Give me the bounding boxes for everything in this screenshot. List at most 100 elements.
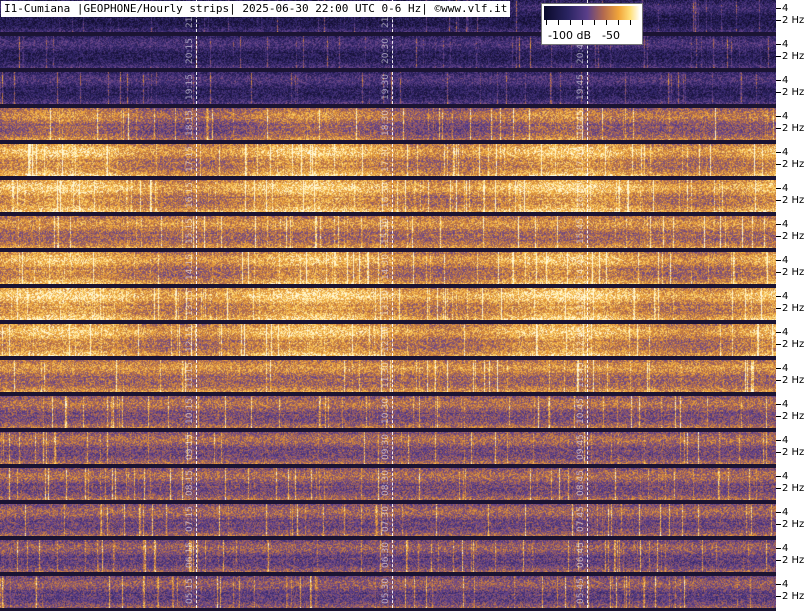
time-marker-label: 12:45: [576, 326, 586, 352]
frequency-tick-2hz: 2 Hz: [776, 51, 812, 62]
time-marker-label: 05:15: [185, 578, 195, 604]
time-marker-line: [587, 180, 588, 212]
time-marker-label: 10:30: [381, 398, 391, 424]
time-marker-label: 09:30: [381, 434, 391, 460]
frequency-tick-2hz: 2 Hz: [776, 87, 812, 98]
time-marker-line: [196, 144, 197, 176]
spectrogram-strip: 19:15 19:30 19:45: [0, 72, 776, 104]
spectrogram-strip: 10:15 10:30 10:45: [0, 396, 776, 428]
time-marker-line: [587, 540, 588, 572]
time-marker-line: [587, 324, 588, 356]
time-marker-label: 15:45: [576, 218, 586, 244]
time-marker-label: 06:30: [381, 542, 391, 568]
time-marker-line: [587, 576, 588, 608]
time-marker-label: 14:30: [381, 254, 391, 280]
time-marker-line: [392, 72, 393, 104]
frequency-tick-2hz: 2 Hz: [776, 591, 812, 602]
spectrogram-strip: 13:15 13:30 13:45: [0, 288, 776, 320]
time-marker-label: 05:30: [381, 578, 391, 604]
time-marker-label: 18:45: [576, 110, 586, 136]
frequency-tick-2hz: 2 Hz: [776, 519, 812, 530]
frequency-tick-4: 4: [776, 111, 812, 122]
time-marker-line: [196, 36, 197, 68]
spectrogram-strip: 11:15 11:30 11:45: [0, 360, 776, 392]
time-marker-label: 08:45: [576, 470, 586, 496]
time-marker-line: [392, 432, 393, 464]
time-marker-label: 16:30: [381, 182, 391, 208]
time-marker-label: 11:15: [185, 362, 195, 388]
time-marker-line: [392, 216, 393, 248]
frequency-tick-4: 4: [776, 39, 812, 50]
spectrogram-strip: 17:15 17:30 17:45: [0, 144, 776, 176]
frequency-tick-2hz: 2 Hz: [776, 375, 812, 386]
spectrogram-strip: 08:15 08:30 08:45: [0, 468, 776, 500]
time-marker-line: [196, 288, 197, 320]
time-marker-line: [392, 504, 393, 536]
time-marker-line: [196, 432, 197, 464]
time-marker-label: 06:45: [576, 542, 586, 568]
frequency-tick-2hz: 2 Hz: [776, 411, 812, 422]
spectrogram-strip: 16:15 16:30 16:45: [0, 180, 776, 212]
time-marker-line: [587, 108, 588, 140]
time-marker-label: 18:30: [381, 110, 391, 136]
time-marker-line: [392, 576, 393, 608]
frequency-tick-2hz: 2 Hz: [776, 303, 812, 314]
frequency-axis: 42 Hz 4 2 Hz 4 2 Hz 4 2 Hz 4 2 Hz 4 2 Hz 4 2 Hz 4 2 Hz…: [776, 0, 812, 611]
frequency-tick-4: 4: [776, 183, 812, 194]
spectrogram-strip: 15:15 15:30 15:45: [0, 216, 776, 248]
frequency-tick-4: 4: [776, 363, 812, 374]
time-marker-label: 19:15: [185, 74, 195, 100]
time-marker-label: 14:45: [576, 254, 586, 280]
time-marker-line: [196, 252, 197, 284]
time-marker-line: [392, 108, 393, 140]
time-marker-label: 19:30: [381, 74, 391, 100]
time-marker-line: [392, 252, 393, 284]
spectrogram-strip: 18:15 18:30 18:45: [0, 108, 776, 140]
frequency-tick-4: 4: [776, 543, 812, 554]
time-marker-label: 13:15: [185, 290, 195, 316]
time-marker-line: [196, 324, 197, 356]
time-marker-line: [392, 360, 393, 392]
time-marker-line: [392, 288, 393, 320]
time-marker-label: 18:15: [185, 110, 195, 136]
time-marker-label: 11:30: [381, 362, 391, 388]
page-title: I1-Cumiana |GEOPHONE/Hourly strips| 2025…: [1, 1, 511, 17]
color-scale-bar: [544, 6, 640, 20]
time-marker-label: 09:45: [576, 434, 586, 460]
color-scale-label-min: -100 dB: [548, 29, 591, 42]
time-marker-line: [392, 396, 393, 428]
time-marker-label: 16:45: [576, 182, 586, 208]
time-marker-label: 15:30: [381, 218, 391, 244]
frequency-tick-4: 4: [776, 147, 812, 158]
frequency-tick-2hz: 2 Hz: [776, 231, 812, 242]
time-marker-line: [587, 432, 588, 464]
time-marker-line: [587, 72, 588, 104]
spectrogram-strip: 14:15 14:30 14:45: [0, 252, 776, 284]
time-marker-line: [196, 360, 197, 392]
time-marker-label: 07:15: [185, 506, 195, 532]
time-marker-label: 20:15: [185, 38, 195, 64]
time-marker-line: [587, 360, 588, 392]
time-marker-line: [196, 396, 197, 428]
time-marker-line: [196, 468, 197, 500]
frequency-tick-4: 4: [776, 291, 812, 302]
color-scale-label-max: -50: [602, 29, 620, 42]
time-marker-label: 13:30: [381, 290, 391, 316]
frequency-tick-2hz: 2 Hz: [776, 15, 812, 26]
frequency-tick-4: 4: [776, 471, 812, 482]
time-marker-line: [392, 36, 393, 68]
frequency-tick-4: 4: [776, 579, 812, 590]
time-marker-label: 15:15: [185, 218, 195, 244]
time-marker-label: 10:15: [185, 398, 195, 424]
time-marker-line: [392, 144, 393, 176]
time-marker-label: 06:15: [185, 542, 195, 568]
time-marker-line: [587, 252, 588, 284]
time-marker-line: [392, 180, 393, 212]
frequency-tick-4: 4: [776, 399, 812, 410]
time-marker-line: [587, 216, 588, 248]
spectrogram-strip: 09:15 09:30 09:45: [0, 432, 776, 464]
time-marker-label: 20:30: [381, 38, 391, 64]
time-marker-label: 14:15: [185, 254, 195, 280]
spectrogram-strip: 05:15 05:30 05:45: [0, 576, 776, 608]
frequency-tick-2hz: 2 Hz: [776, 483, 812, 494]
